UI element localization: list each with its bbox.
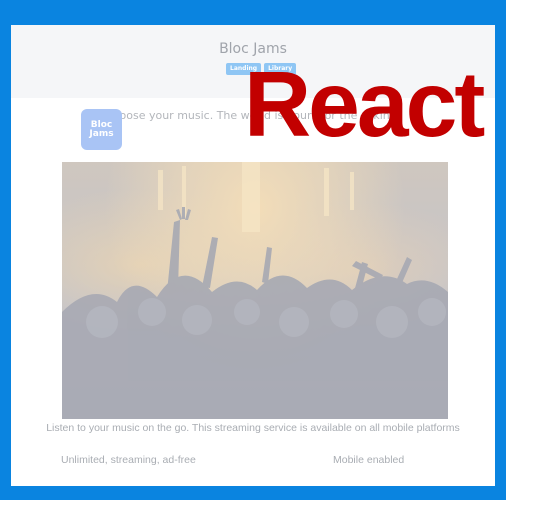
bloc-jams-logo: Bloc Jams [81, 109, 122, 150]
feature-mobile: Mobile enabled [333, 454, 405, 466]
feature-unlimited: Unlimited, streaming, ad-free [61, 454, 196, 466]
hero-image [62, 162, 448, 419]
concert-crowd-illustration [62, 162, 448, 419]
react-overlay-text: React [244, 52, 485, 156]
service-description: Listen to your music on the go. This str… [46, 422, 460, 434]
logo-line-2: Jams [89, 128, 114, 139]
